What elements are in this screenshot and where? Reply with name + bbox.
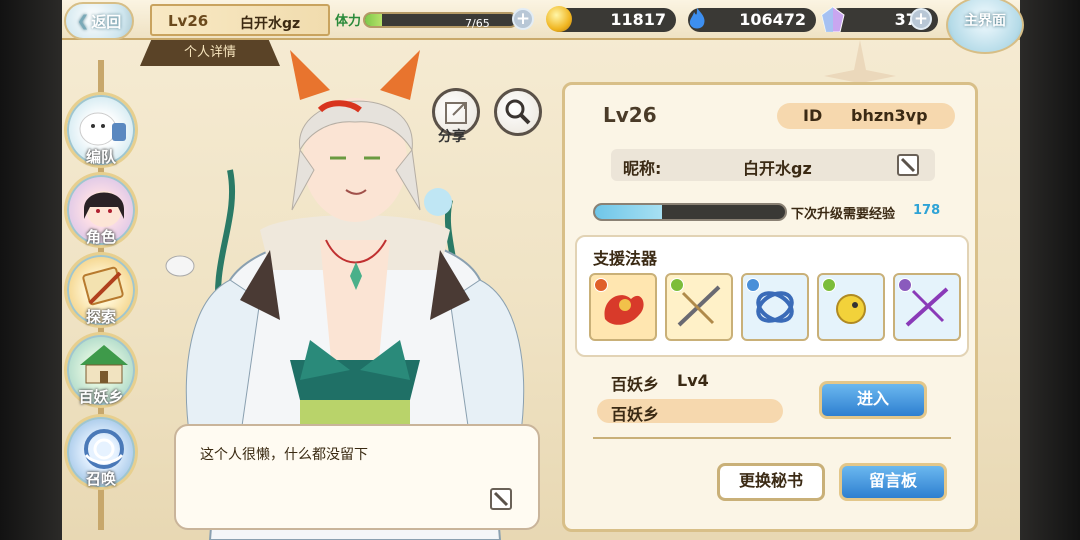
id-label: ID bbox=[803, 106, 823, 125]
gold-coin-icon bbox=[546, 6, 572, 32]
artifact-slot[interactable] bbox=[893, 273, 961, 341]
nav-village-label: 百妖乡 bbox=[78, 388, 124, 406]
player-id: ID bhzn3vp bbox=[777, 103, 955, 129]
artifact-slot[interactable] bbox=[741, 273, 809, 341]
stamina-label: 体力 bbox=[335, 14, 362, 29]
artifact-slot[interactable] bbox=[665, 273, 733, 341]
exp-label: 下次升级需要经验 bbox=[791, 207, 896, 222]
game-screen: ❮ 返回 Lv26 白开水gz 个人详情 体力 7/65 + 11817 106… bbox=[0, 0, 1080, 540]
enter-village-button[interactable]: 进入 bbox=[819, 381, 927, 419]
player-level: Lv26 bbox=[168, 12, 209, 30]
right-border bbox=[1020, 0, 1080, 540]
village-pill-label: 百妖乡 bbox=[611, 405, 660, 424]
element-icon bbox=[594, 278, 608, 292]
divider bbox=[593, 437, 951, 439]
exp-bar bbox=[593, 203, 787, 221]
search-button[interactable] bbox=[494, 88, 542, 136]
blue-flame-icon bbox=[689, 8, 705, 29]
element-icon bbox=[898, 278, 912, 292]
stamina-meter: 体力 7/65 bbox=[335, 8, 530, 32]
panel-level: Lv26 bbox=[603, 103, 657, 127]
stamina-fill bbox=[365, 14, 382, 26]
share-label: 分享 bbox=[438, 129, 466, 145]
stamina-value: 7/65 bbox=[465, 17, 490, 30]
nav-village[interactable]: 百妖乡 bbox=[64, 332, 138, 408]
nav-character[interactable]: 角色 bbox=[64, 172, 138, 248]
edit-nickname-button[interactable] bbox=[897, 154, 919, 176]
player-badge: Lv26 白开水gz bbox=[150, 4, 330, 36]
change-secretary-button[interactable]: 更换秘书 bbox=[717, 463, 825, 501]
village-pill: 百妖乡 bbox=[597, 399, 783, 424]
stamina-bar bbox=[363, 12, 518, 28]
nav-team-label: 编队 bbox=[85, 148, 116, 166]
village-level: Lv4 bbox=[677, 371, 709, 390]
nickname-label: 昵称: bbox=[623, 159, 662, 178]
back-button[interactable]: ❮ 返回 bbox=[64, 2, 134, 40]
pencil-icon bbox=[493, 491, 509, 507]
chevron-left-icon: ❮ bbox=[76, 12, 90, 30]
nav-summon[interactable]: 召唤 bbox=[64, 414, 138, 490]
pencil-icon bbox=[900, 157, 916, 173]
nav-explore[interactable]: 探索 bbox=[64, 252, 138, 328]
home-button[interactable]: 主界面 bbox=[946, 0, 1024, 54]
nav-character-label: 角色 bbox=[85, 228, 116, 246]
profile-panel: Lv26 ID bhzn3vp 昵称: 白开水gz 下次升级需要经验 178 支… bbox=[562, 82, 978, 532]
element-icon bbox=[670, 278, 684, 292]
nickname-value: 白开水gz bbox=[743, 159, 812, 178]
message-board-button[interactable]: 留言板 bbox=[839, 463, 947, 501]
nickname-field: 昵称: 白开水gz bbox=[611, 149, 935, 181]
left-border bbox=[0, 0, 62, 540]
edit-bio-button[interactable] bbox=[490, 488, 512, 510]
nav-explore-label: 探索 bbox=[85, 308, 116, 326]
search-icon bbox=[505, 99, 531, 125]
exp-value: 178 bbox=[913, 203, 941, 218]
artifact-slot[interactable] bbox=[817, 273, 885, 341]
exp-fill bbox=[595, 205, 662, 219]
add-stamina-button[interactable]: + bbox=[512, 8, 534, 30]
add-crystal-button[interactable]: + bbox=[910, 8, 932, 30]
bio-text: 这个人很懒，什么都没留下 bbox=[200, 447, 368, 463]
element-icon bbox=[822, 278, 836, 292]
nav-team[interactable]: 编队 bbox=[64, 92, 138, 168]
support-artifacts: 支援法器 bbox=[575, 235, 969, 357]
back-label: 返回 bbox=[91, 12, 122, 31]
nav-summon-label: 召唤 bbox=[85, 470, 116, 488]
player-name: 白开水gz bbox=[240, 16, 301, 32]
village-name: 百妖乡 bbox=[611, 375, 660, 394]
crystal-icon bbox=[821, 6, 845, 32]
bio-bubble: 这个人很懒，什么都没留下 bbox=[174, 424, 540, 530]
support-title: 支援法器 bbox=[593, 249, 658, 268]
element-icon bbox=[746, 278, 760, 292]
id-value: bhzn3vp bbox=[851, 106, 928, 125]
artifact-slot[interactable] bbox=[589, 273, 657, 341]
